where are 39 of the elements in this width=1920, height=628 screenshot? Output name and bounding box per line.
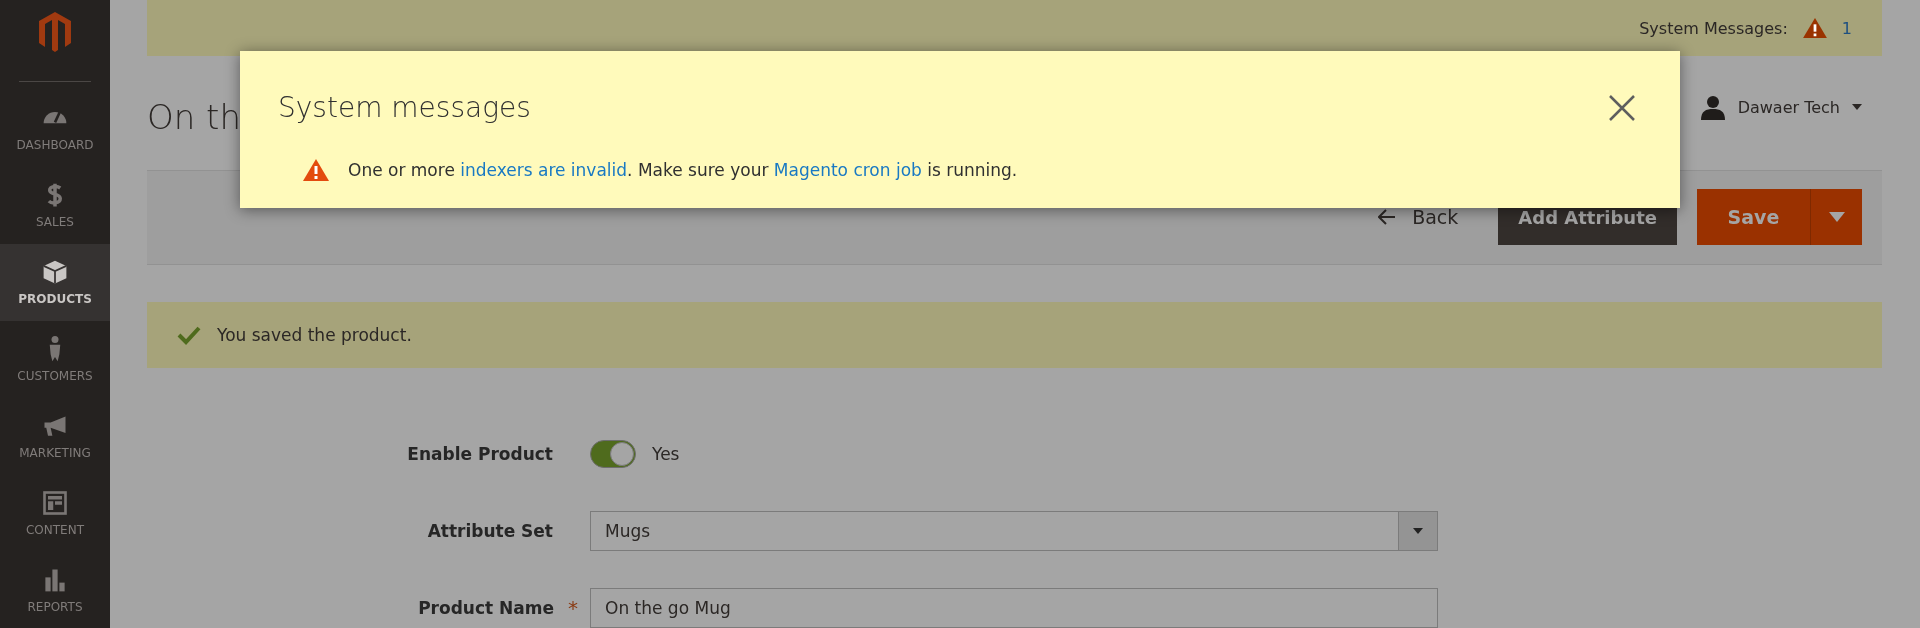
input-field[interactable]: On the go Mug xyxy=(590,588,1438,628)
sidebar-item[interactable]: MARKETING xyxy=(0,397,110,475)
toggle-value: Yes xyxy=(652,444,680,464)
sidebar-item[interactable]: PRODUCTS xyxy=(0,243,110,321)
save-button[interactable]: Save xyxy=(1697,189,1810,246)
sidebar-item[interactable]: REPORTS xyxy=(0,551,110,628)
sidebar-item[interactable]: CUSTOMERS xyxy=(0,320,110,398)
layout-icon xyxy=(41,488,69,517)
modal-title: System messages xyxy=(278,91,531,124)
system-messages-label: System Messages: xyxy=(1639,18,1788,38)
save-options-button[interactable] xyxy=(1810,189,1862,246)
sidebar-item[interactable]: SALES xyxy=(0,166,110,244)
logo-icon[interactable] xyxy=(39,12,71,54)
caret-icon xyxy=(1828,212,1845,223)
page-title: On th xyxy=(147,97,241,138)
message-link[interactable]: Magento cron job xyxy=(773,160,922,180)
check-icon xyxy=(177,324,201,345)
field-label: Product Name xyxy=(418,598,554,618)
back-button[interactable]: Back xyxy=(1378,206,1459,229)
message-count-link[interactable]: 1 xyxy=(1841,18,1852,38)
field-label: Enable Product xyxy=(407,444,553,464)
field-label: Attribute Set xyxy=(427,521,553,541)
message-text: One or more indexers are invalid. Make sure your Magento cron job is running. xyxy=(348,160,1018,180)
close-icon xyxy=(1608,93,1636,122)
toggle-switch[interactable] xyxy=(590,440,636,468)
arrow-left-icon xyxy=(1378,209,1397,226)
sidebar-item[interactable]: CONTENT xyxy=(0,474,110,552)
required-mark: * xyxy=(568,596,578,620)
user-icon xyxy=(1699,94,1726,121)
caret-icon xyxy=(1413,528,1423,534)
select-field[interactable]: Mugs xyxy=(590,511,1438,551)
warning-icon xyxy=(302,158,330,182)
warning-icon xyxy=(1801,17,1828,40)
close-button[interactable] xyxy=(1608,93,1636,122)
user-menu[interactable]: Dawaer Tech xyxy=(1693,93,1868,122)
message-link[interactable]: indexers are invalid xyxy=(460,160,628,180)
success-text: You saved the product. xyxy=(217,324,412,345)
caret-icon xyxy=(1852,104,1862,111)
sidebar-item[interactable]: DASHBOARD xyxy=(0,89,110,167)
